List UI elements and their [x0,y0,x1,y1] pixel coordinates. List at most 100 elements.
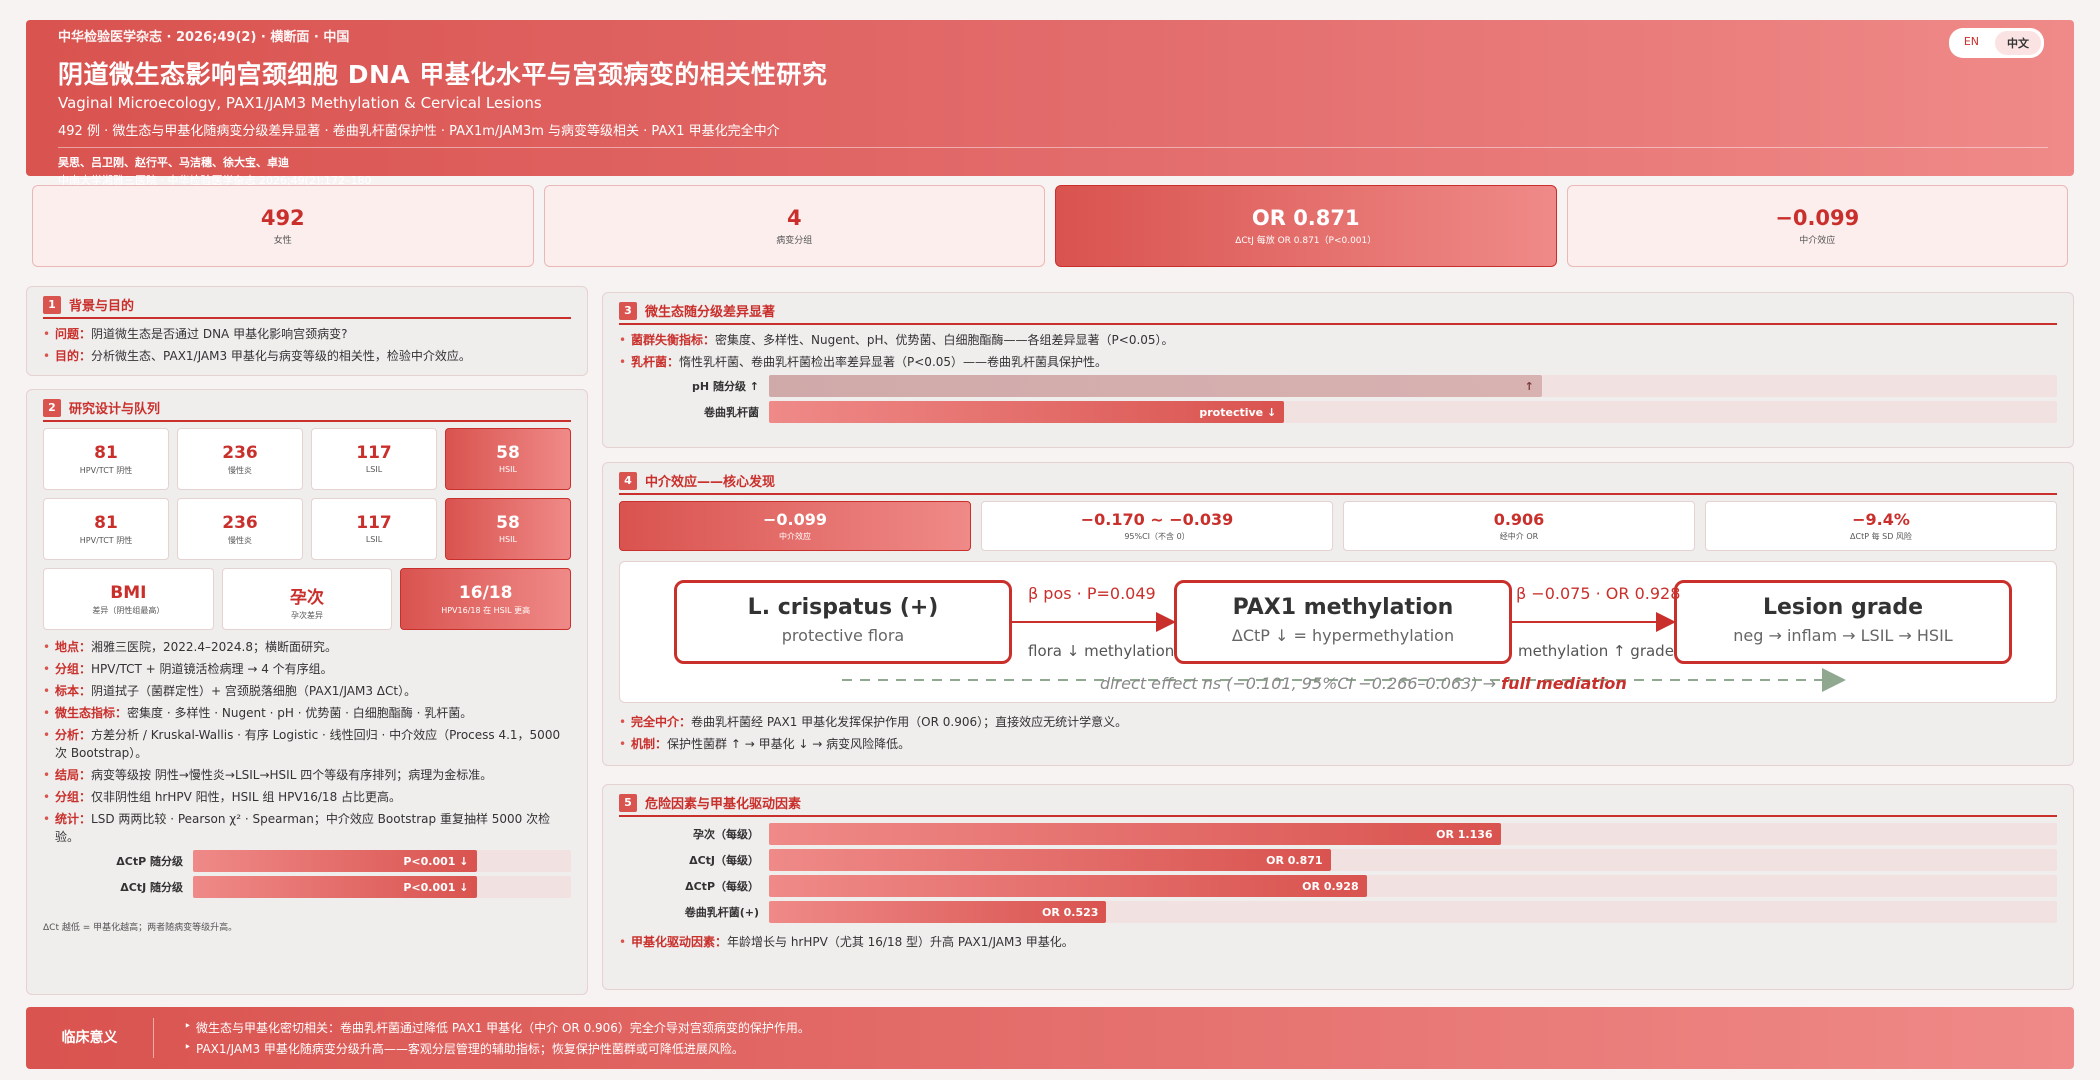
item-text: 阴道拭子（菌群定性）+ 宫颈脱落细胞（PAX1/JAM3 ΔCt）。 [91,684,417,698]
section-number: 3 [619,301,637,320]
item-text: 分析微生态、PAX1/JAM3 甲基化与病变等级的相关性，检验中介效应。 [91,349,471,363]
item-text: 方差分析 / Kruskal-Wallis · 有序 Logistic · 线性… [55,728,561,760]
stat-card-highlight: 58 HSIL [445,498,571,560]
stat-label: HPV/TCT 阴性 [79,466,133,475]
kpi-value: 492 [260,206,305,230]
list-item: 问题：阴道微生态是否通过 DNA 甲基化影响宫颈病变? [43,325,571,343]
or-bar-label: ΔCtJ（每级） [689,854,759,867]
list-item: 地点：湘雅三医院，2022.4–2024.8；横断面研究。 [43,638,571,656]
kpi-label: 经中介 OR [1499,532,1539,541]
ct-bar-fill: P<0.001 ↓ [193,876,477,898]
kpi-label: 病变分组 [776,236,813,246]
summary-line: 492 例 · 微生态与甲基化随病变分级差异显著 · 卷曲乳杆菌保护性 · PA… [58,124,780,139]
item-text: LSD 两两比较 · Pearson χ² · Spearman；中介效应 Bo… [55,812,551,844]
kpi-card: 4 病变分组 [543,185,1045,267]
stat-label: 慢性炎 [228,536,252,545]
item-key: 目的： [55,349,92,363]
section-number: 4 [619,471,637,490]
page-title: 阴道微生态影响宫颈细胞 DNA 甲基化水平与宫颈病变的相关性研究 [58,60,828,89]
footer-items: 微生态与甲基化密切相关：卷曲乳杆菌通过降低 PAX1 甲基化（中介 OR 0.9… [154,1015,810,1061]
stat-label: HSIL [499,535,517,544]
ct-bar-label: ΔCtP 随分级 [116,855,183,868]
authors: 吴思、吕卫刚、赵行平、马洁穗、徐大宝、卓迪 [58,156,289,169]
footnote: ΔCt 越低 = 甲基化越高；两者随病变等级升高。 [43,923,238,933]
item-text: 保护性菌群 ↑ → 甲基化 ↓ → 病变风险降低。 [667,737,911,751]
clinical-significance-banner: 临床意义 微生态与甲基化密切相关：卷曲乳杆菌通过降低 PAX1 甲基化（中介 O… [26,1007,2074,1069]
item-text: 病变等级按 阴性→慢性炎→LSIL→HSIL 四个等级有序排列；病理为金标准。 [91,768,493,782]
or-bar-fill: OR 1.136 [769,823,1501,845]
or-bar-row: 卷曲乳杆菌(+) OR 0.523 [619,901,2057,923]
item-key: 统计： [55,812,92,826]
lang-cn-button[interactable]: 中文 [1995,31,2041,55]
microecology-bar-fill: protective ↓ [769,401,1285,423]
section-mediation: 4 中介效应——核心发现 −0.099 中介效应 −0.170 ~ −0.039 9… [602,462,2074,766]
section-title: 危险因素与甲基化驱动因素 [645,797,802,812]
stat-card-highlight: 16/18 HPV16/18 在 HSIL 更高 [400,568,572,630]
stat-value: 81 [94,513,118,533]
stat-value: 236 [222,443,258,463]
or-bar-track: OR 0.523 [769,901,2057,923]
or-bar-fill: OR 0.523 [769,901,1107,923]
arrow-b-label: β −0.075 · OR 0.928 [1516,584,1681,603]
stat-value: 236 [222,513,258,533]
node-lesion: Lesion grade neg → inflam → LSIL → HSIL [1674,580,2012,664]
or-bar-row: 孕次（每级） OR 1.136 [619,823,2057,845]
stat-label: HPV16/18 在 HSIL 更高 [441,606,531,615]
ct-bar-row: ΔCtJ 随分级 P<0.001 ↓ [43,876,571,898]
node-subtitle: neg → inflam → LSIL → HSIL [1733,626,1953,645]
mediation-kpis: −0.099 中介效应 −0.170 ~ −0.039 95%CI（不含 0） 0.… [619,501,2057,551]
footer-item: PAX1/JAM3 甲基化随病变分级升高——客观分层管理的辅助指标；恢复保护性菌… [184,1040,810,1057]
item-text: 仅非阴性组 hrHPV 阳性，HSIL 组 HPV16/18 占比更高。 [91,790,402,804]
or-bar-track: OR 0.871 [769,849,2057,871]
mediation-kpi: 0.906 经中介 OR [1343,501,1695,551]
direct-effect-label: direct effect ns (−0.101, 95%CI −0.266–0… [1100,674,1627,693]
or-bar-label: 卷曲乳杆菌(+) [684,906,759,919]
stat-value: 58 [496,513,520,533]
mediation-kpi: −9.4% ΔCtP 每 SD 风险 [1705,501,2057,551]
item-key: 菌群失衡指标： [631,333,716,347]
kpi-strip: 492 女性 4 病变分组 OR 0.871 ΔCtJ 每放 OR 0.871（… [32,185,2068,267]
stat-value: 117 [356,513,392,533]
item-text: 卷曲乳杆菌经 PAX1 甲基化发挥保护作用（OR 0.906）；直接效应无统计学… [691,715,1128,729]
stat-card: 81 HPV/TCT 阴性 [43,428,169,490]
section-number: 1 [43,295,61,314]
section-title: 中介效应——核心发现 [645,475,776,490]
kpi-value: −0.099 [762,510,827,529]
ct-bar-label: ΔCtJ 随分级 [120,881,183,894]
list-item: 乳杆菌：惰性乳杆菌、卷曲乳杆菌检出率差异显著（P<0.05）——卷曲乳杆菌具保护… [619,353,2057,371]
stat-card: 236 慢性炎 [177,498,303,560]
microecology-bar-track: protective ↓ [769,401,2057,423]
stat-label: HSIL [499,465,517,474]
item-text: 阴道微生态是否通过 DNA 甲基化影响宫颈病变? [91,327,348,341]
section-header: 3 微生态随分级差异显著 [619,301,2057,325]
kpi-card: 492 女性 [32,185,534,267]
or-bar-label: ΔCtP（每级） [685,880,759,893]
list-item: 分析：方差分析 / Kruskal-Wallis · 有序 Logistic ·… [43,726,571,762]
lang-en-button[interactable]: EN [1952,31,1991,55]
journal-meta: 中华检验医学杂志 · 2026;49(2) · 横断面 · 中国 [58,30,350,45]
section-title: 背景与目的 [69,299,135,314]
list-item: 微生态指标：密集度 · 多样性 · Nugent · pH · 优势菌 · 白细… [43,704,571,722]
item-text: 密集度、多样性、Nugent、pH、优势菌、白细胞酯酶——各组差异显著（P<0.… [715,333,1174,347]
node-methylation: PAX1 methylation ΔCtP ↓ = hypermethylati… [1174,580,1512,664]
item-key: 标本： [55,684,92,698]
mediation-diagram: L. crispatus (+) protective flora PAX1 m… [619,561,2057,703]
item-key: 分析： [55,728,92,742]
stat-label: HPV/TCT 阴性 [79,536,133,545]
kpi-label: ΔCtJ 每放 OR 0.871（P<0.001） [1235,236,1377,246]
section-design: 2 研究设计与队列 81 HPV/TCT 阴性 236 慢性炎 117 LSIL 58… [26,389,588,995]
section-title: 研究设计与队列 [69,402,161,417]
section-header: 4 中介效应——核心发现 [619,471,2057,495]
kpi-label: 95%CI（不含 0） [1124,532,1190,541]
item-key: 甲基化驱动因素： [631,935,728,949]
item-key: 分组： [55,790,92,804]
kpi-value: 0.906 [1493,510,1545,529]
item-text: HPV/TCT + 阴道镜活检病理 → 4 个有序组。 [91,662,333,676]
section-microecology: 3 微生态随分级差异显著 菌群失衡指标：密集度、多样性、Nugent、pH、优势… [602,292,2074,448]
stat-card: 117 LSIL [311,428,437,490]
ct-trend-bars: ΔCtP 随分级 P<0.001 ↓ ΔCtJ 随分级 P<0.001 ↓ [43,850,571,898]
stat-card: 236 慢性炎 [177,428,303,490]
or-bar-fill: OR 0.871 [769,849,1331,871]
mediation-kpi: −0.170 ~ −0.039 95%CI（不含 0） [981,501,1333,551]
arrow-b-sublabel: methylation ↑ grade [1518,642,1674,660]
